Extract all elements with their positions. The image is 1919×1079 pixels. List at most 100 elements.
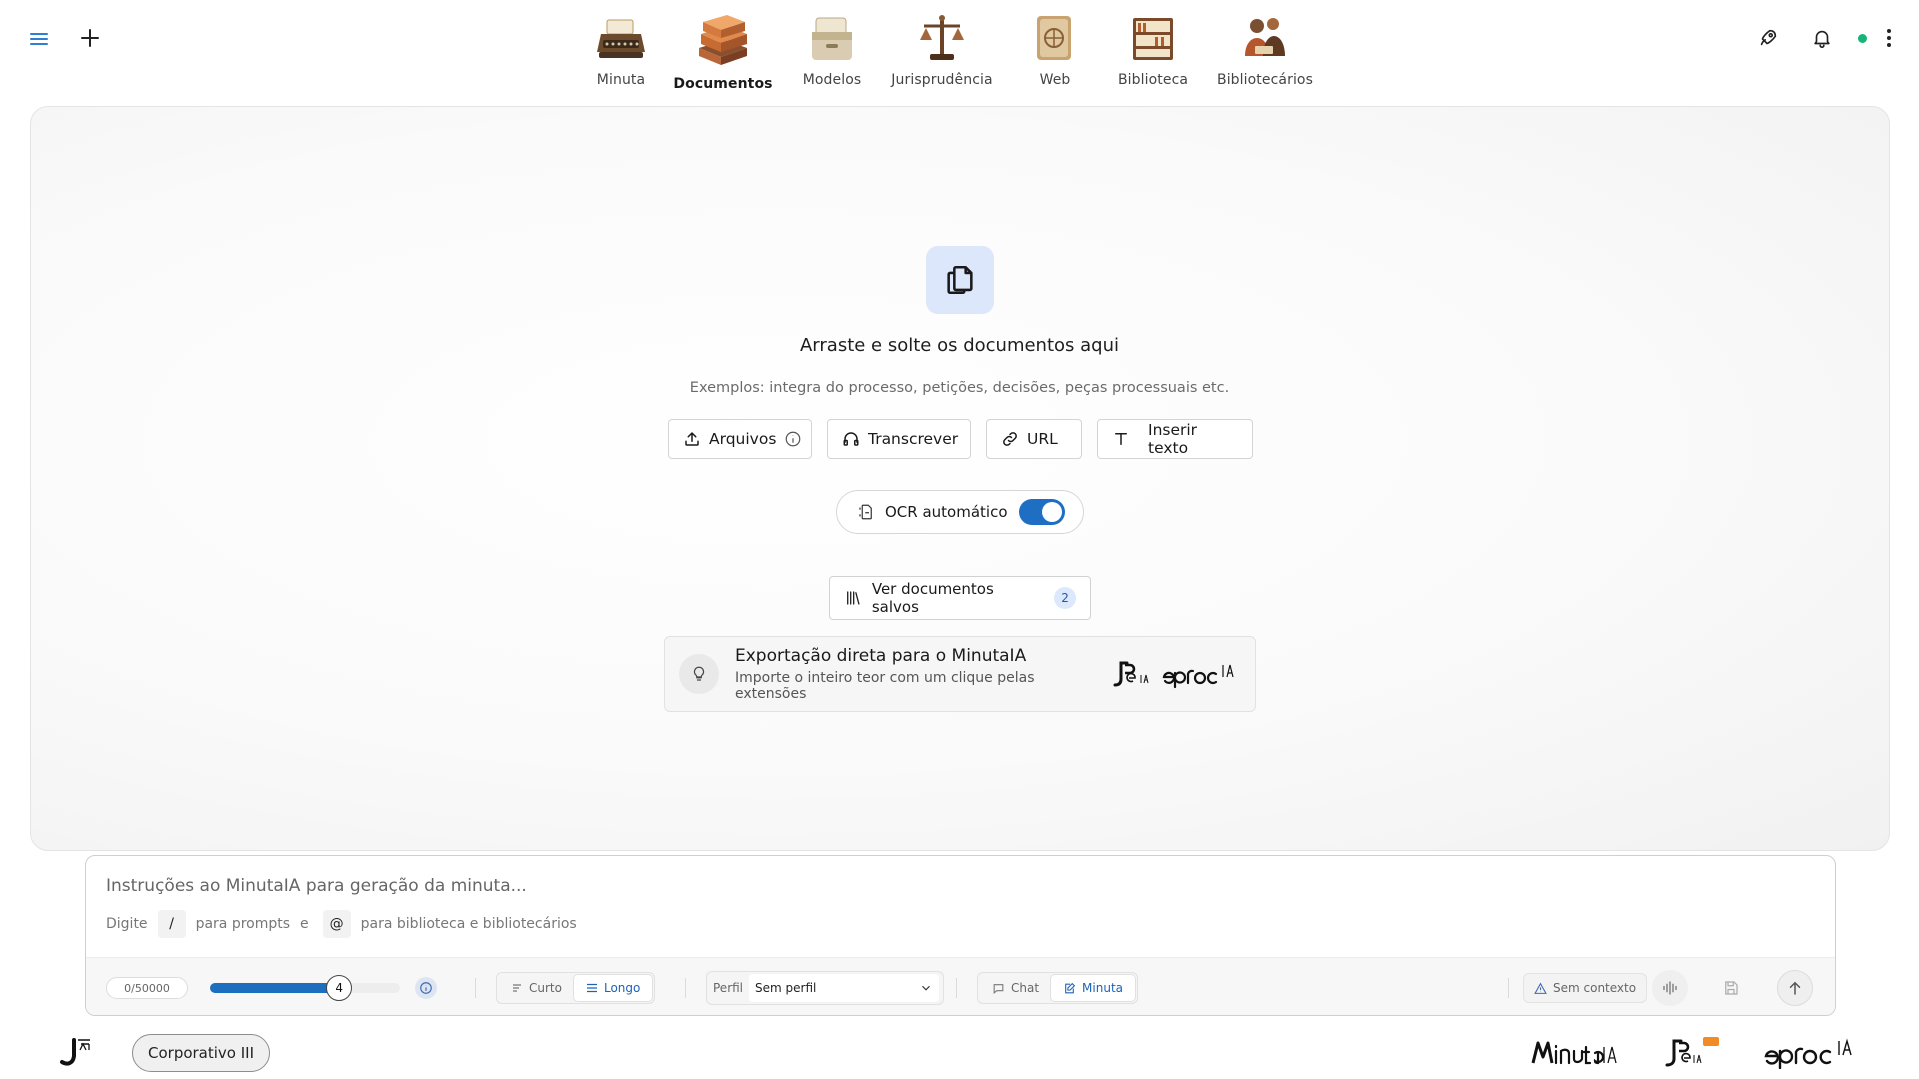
saved-count-badge: 2: [1054, 587, 1076, 609]
insert-text-button[interactable]: Inserir texto: [1097, 419, 1253, 459]
rocket-icon[interactable]: [1756, 26, 1780, 50]
ocr-toggle[interactable]: [1019, 499, 1065, 525]
ocr-label: OCR automático: [885, 503, 1008, 521]
info-icon[interactable]: [784, 430, 802, 448]
saved-documents-label: Ver documentos salvos: [871, 580, 994, 616]
nav-label-web: Web: [1039, 72, 1071, 88]
pje-ia-logo-icon[interactable]: [1111, 659, 1151, 689]
lightbulb-icon: [679, 654, 719, 694]
context-status-wrap: Sem contexto: [1523, 958, 1648, 1015]
documents-copy-icon: [926, 246, 994, 314]
view-saved-documents-button[interactable]: Ver documentos salvos 2: [829, 576, 1091, 620]
save-wrap: [1713, 958, 1749, 1015]
top-right-actions: [1756, 26, 1895, 50]
nav-label-biblioteca: Biblioteca: [1117, 72, 1189, 88]
save-disk-icon[interactable]: [1713, 970, 1749, 1006]
nav-item-minuta[interactable]: Minuta: [578, 10, 664, 88]
profile-dropdown[interactable]: Sem perfil: [749, 974, 940, 1002]
no-context-button[interactable]: Sem contexto: [1523, 973, 1648, 1003]
main-nav: Minuta Documentos Modelos Jurisprudência…: [578, 10, 1332, 102]
prompt-hint: Digite / para prompts e @ para bibliotec…: [106, 910, 577, 938]
hint-library-text: para biblioteca e bibliotecários: [360, 916, 577, 932]
ocr-scan-icon: [859, 504, 872, 520]
prompt-composer: Digite / para prompts e @ para bibliotec…: [85, 855, 1836, 1016]
hint-prompts-text: para prompts: [195, 916, 291, 932]
library-icon: [847, 591, 860, 605]
long-text-icon: [586, 983, 597, 993]
length-toggle: Curto Longo: [496, 958, 656, 1015]
detail-slider[interactable]: 4: [210, 958, 400, 1015]
upload-icon: [685, 431, 699, 446]
upload-files-label: Arquivos: [709, 430, 777, 448]
upload-files-button[interactable]: Arquivos: [668, 419, 812, 459]
composer-toolbar: 0/50000 4 Curto Longo Perfil Sem perfil …: [86, 957, 1835, 1015]
link-icon: [1003, 432, 1017, 446]
audio-waveform-icon[interactable]: [1652, 970, 1688, 1006]
export-info-card: Exportação direta para o MinutaIA Import…: [664, 636, 1256, 712]
prompt-input[interactable]: [106, 876, 1806, 896]
send-wrap: [1777, 958, 1813, 1015]
length-short-option[interactable]: Curto: [499, 975, 574, 1001]
nav-item-documentos[interactable]: Documentos: [664, 8, 782, 92]
drop-zone-examples: Exemplos: integra do processo, petições,…: [689, 380, 1230, 396]
bookshelf-icon: [1133, 18, 1173, 60]
extension-logos: [1111, 659, 1241, 689]
nav-label-modelos: Modelos: [802, 72, 862, 88]
new-item-plus-icon[interactable]: [78, 26, 102, 50]
url-button[interactable]: URL: [986, 419, 1082, 459]
profile-label: Perfil: [713, 981, 744, 995]
organization-selector[interactable]: Corporativo III: [132, 1034, 271, 1072]
org-logo-icon: [58, 1036, 94, 1072]
slash-key: /: [157, 910, 186, 938]
slider-fill: [210, 983, 340, 993]
chat-bubble-icon: [993, 983, 1004, 994]
text-type-icon: [1115, 433, 1127, 445]
mode-minuta-option[interactable]: Minuta: [1051, 975, 1136, 1001]
hint-prefix: Digite: [106, 916, 148, 932]
mode-minuta-label: Minuta: [1082, 981, 1124, 995]
transcribe-label: Transcrever: [868, 430, 959, 448]
send-arrow-icon[interactable]: [1777, 970, 1813, 1006]
hint-and: e: [300, 916, 309, 932]
transcribe-button[interactable]: Transcrever: [827, 419, 971, 459]
online-status-dot: [1858, 33, 1867, 43]
nav-item-biblioteca[interactable]: Biblioteca: [1108, 10, 1198, 88]
toolbar-divider: [475, 978, 476, 998]
eproc-ia-footer-logo-icon: [1764, 1038, 1852, 1069]
kebab-menu-icon[interactable]: [1883, 26, 1895, 50]
footer-product-logos: [1531, 1032, 1863, 1072]
export-subtitle: Importe o inteiro teor com um clique pel…: [735, 670, 1035, 702]
slider-info-icon[interactable]: [415, 958, 437, 1015]
nav-item-web[interactable]: Web: [1002, 10, 1108, 88]
slider-thumb[interactable]: 4: [326, 975, 353, 1001]
slider-track[interactable]: 4: [210, 975, 400, 1001]
length-long-option[interactable]: Longo: [573, 975, 653, 1001]
toolbar-divider: [685, 978, 686, 998]
typewriter-icon: [597, 19, 645, 58]
insert-text-label: Inserir texto: [1148, 421, 1198, 457]
ocr-auto-control: OCR automático: [836, 490, 1084, 534]
footer: Corporativo III: [0, 1022, 1919, 1079]
headphones-icon: [843, 432, 859, 446]
globe-panel-icon: [1037, 16, 1071, 60]
toolbar-divider: [956, 978, 957, 998]
edit-document-icon: [1065, 982, 1076, 993]
pje-ia-2-logo-icon: [1665, 1037, 1719, 1067]
nav-item-bibliotecarios[interactable]: Bibliotecários: [1198, 10, 1332, 88]
document-drop-zone[interactable]: [30, 106, 1890, 851]
length-long-label: Longo: [603, 981, 641, 995]
no-context-label: Sem contexto: [1553, 981, 1637, 995]
char-counter-wrap: 0/50000: [106, 958, 188, 1015]
bell-icon[interactable]: [1810, 26, 1834, 50]
char-counter: 0/50000: [106, 977, 188, 999]
mode-chat-option[interactable]: Chat: [980, 975, 1051, 1001]
nav-item-modelos[interactable]: Modelos: [782, 10, 882, 88]
minuta-ia-logo-icon: [1531, 1041, 1617, 1065]
hamburger-menu-icon[interactable]: [28, 28, 50, 50]
nav-item-jurisprudencia[interactable]: Jurisprudência: [882, 10, 1002, 88]
eproc-ia-logo-icon[interactable]: [1161, 659, 1241, 689]
upload-actions: Arquivos Transcrever URL Inserir texto: [668, 419, 1253, 459]
url-label: URL: [1027, 430, 1058, 448]
profile-value: Sem perfil: [755, 981, 817, 995]
audio-wave-wrap: [1652, 958, 1688, 1015]
